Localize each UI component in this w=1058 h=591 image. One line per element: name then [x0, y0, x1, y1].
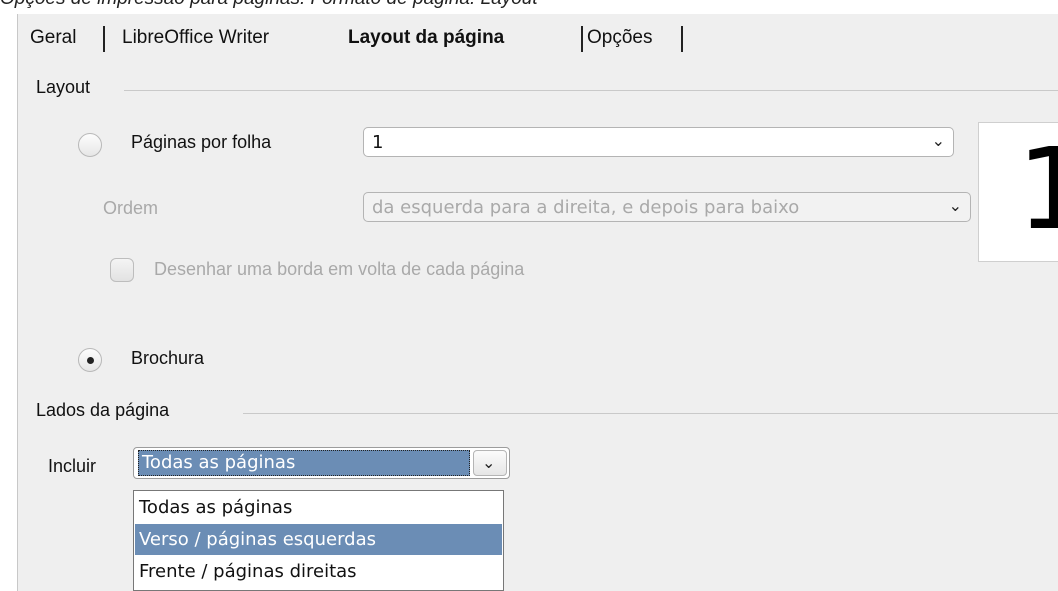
tab-separator	[581, 26, 583, 52]
order-select: da esquerda para a direita, e depois par…	[363, 192, 971, 222]
pages-per-sheet-label: Páginas por folha	[131, 132, 272, 152]
tab-layout-da-pagina[interactable]: Layout da página	[348, 24, 504, 52]
pages-per-sheet-value: 1	[372, 132, 384, 153]
order-label: Ordem	[103, 198, 159, 218]
layout-preview: 1	[978, 122, 1058, 262]
include-option[interactable]: Todas as páginas	[135, 492, 502, 523]
chevron-down-icon: ⌄	[482, 453, 496, 472]
tab-separator	[681, 26, 683, 52]
order-value: da esquerda para a direita, e depois par…	[372, 197, 800, 218]
include-dropdown-button[interactable]: ⌄	[473, 450, 507, 476]
chevron-down-icon: ⌄	[948, 196, 962, 215]
include-option[interactable]: Frente / páginas direitas	[135, 556, 502, 587]
tab-libreoffice-writer[interactable]: LibreOffice Writer	[122, 24, 269, 52]
caption-strip: Opções de impressão para páginas: Format…	[0, 0, 1058, 14]
include-value-text: Todas as páginas	[142, 452, 296, 473]
include-option[interactable]: Verso / páginas esquerdas	[135, 524, 502, 555]
pages-per-sheet-select[interactable]: 1 ⌄	[363, 127, 954, 157]
include-selected-value: Todas as páginas	[138, 450, 470, 476]
print-options-dialog: Geral LibreOffice Writer Layout da págin…	[17, 14, 1058, 591]
draw-border-checkbox[interactable]	[110, 258, 134, 282]
brochure-radio[interactable]	[78, 348, 102, 372]
tab-opcoes[interactable]: Opções	[587, 24, 652, 52]
radio-dot	[87, 357, 94, 364]
section-rule	[243, 413, 1058, 414]
layout-section-title: Layout	[36, 77, 91, 97]
tab-geral[interactable]: Geral	[30, 24, 76, 52]
tab-separator	[103, 26, 105, 52]
draw-border-label: Desenhar uma borda em volta de cada pági…	[154, 259, 525, 279]
page-sides-section-title: Lados da página	[36, 400, 170, 420]
include-label: Incluir	[48, 456, 97, 476]
tab-bar: Geral LibreOffice Writer Layout da págin…	[18, 14, 1058, 56]
include-select[interactable]: Todas as páginas ⌄	[133, 447, 510, 479]
section-rule	[124, 90, 1058, 91]
brochure-label: Brochura	[131, 348, 205, 368]
chevron-down-icon: ⌄	[931, 131, 945, 150]
pages-per-sheet-radio[interactable]	[78, 133, 102, 157]
preview-page-number: 1	[1017, 125, 1058, 255]
figure-caption: Opções de impressão para páginas: Format…	[0, 0, 1058, 14]
include-options-popup: Todas as páginas Verso / páginas esquerd…	[133, 490, 504, 591]
